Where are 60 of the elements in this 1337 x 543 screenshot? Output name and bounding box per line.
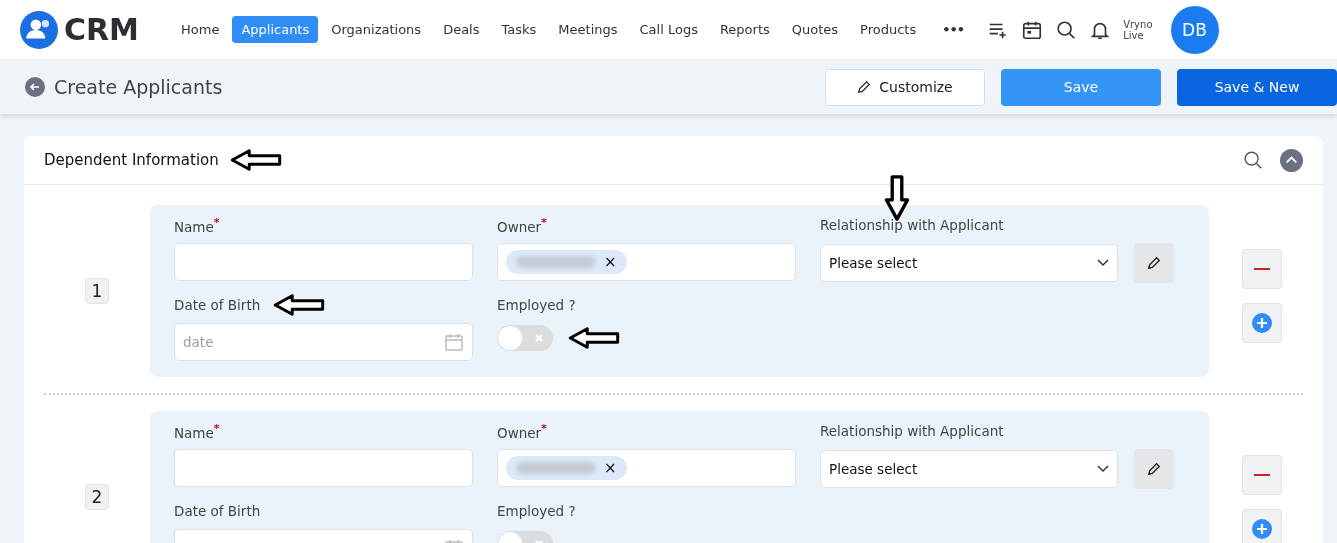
edit-button[interactable] — [1134, 449, 1174, 489]
back-icon[interactable] — [25, 77, 45, 97]
field-label: Relationship with Applicant — [820, 423, 1004, 439]
org-name: Vryno — [1123, 18, 1153, 30]
nav-tab[interactable]: Meetings — [549, 16, 627, 43]
row-number: 1 — [84, 278, 110, 304]
pencil-icon — [1147, 462, 1161, 476]
nav-tab[interactable]: Deals — [434, 16, 489, 43]
name-input[interactable] — [174, 243, 473, 281]
user-avatar[interactable]: DB — [1170, 5, 1219, 54]
minus-icon — [1254, 267, 1270, 271]
save-button[interactable]: Save & New — [1177, 68, 1337, 106]
toggle-switch[interactable] — [497, 325, 553, 351]
chevron-down-icon — [1097, 465, 1109, 473]
plus-circle-icon — [1252, 519, 1272, 539]
row-number: 2 — [84, 484, 110, 510]
nav-tab[interactable]: Tasks — [492, 16, 546, 43]
nav-tab[interactable]: Organizations — [322, 16, 431, 43]
owner-input[interactable]: × — [497, 449, 796, 487]
annotation-arrow-icon — [884, 175, 910, 221]
brand-name: CRM — [64, 12, 139, 47]
collapse-icon[interactable] — [1280, 148, 1303, 172]
search-icon[interactable] — [1055, 18, 1078, 41]
edit-button[interactable] — [1134, 243, 1174, 283]
chip-remove[interactable]: × — [604, 459, 617, 477]
section-title: Dependent Information — [44, 151, 219, 169]
chip-remove[interactable]: × — [604, 253, 617, 271]
field-label: Name$^{*}$ — [174, 421, 220, 441]
nav-tab[interactable]: Products — [851, 16, 926, 43]
nav-tab[interactable]: Quotes — [782, 16, 848, 43]
search-icon[interactable] — [1242, 149, 1264, 171]
name-input[interactable] — [174, 449, 473, 487]
field-label: Date of Birth — [174, 297, 261, 313]
org-name: Live — [1123, 29, 1144, 41]
field-label: Relationship with Applicant — [820, 217, 1004, 233]
calendar-icon — [444, 332, 464, 352]
pencil-icon — [1147, 256, 1161, 270]
plus-circle-icon — [1252, 313, 1272, 333]
field-label: Name$^{*}$ — [174, 215, 220, 235]
minus-icon — [1254, 473, 1270, 477]
owner-input[interactable]: × — [497, 243, 796, 281]
cross-icon — [534, 333, 544, 343]
more-menu[interactable]: ••• — [933, 16, 974, 43]
nav-tab[interactable]: Reports — [710, 16, 779, 43]
add-button[interactable] — [1242, 303, 1282, 343]
field-label: Date of Birth — [174, 503, 261, 519]
customize-button[interactable]: Customize — [825, 68, 985, 106]
add-button[interactable] — [1242, 509, 1282, 543]
relationship-select[interactable]: Please select — [820, 244, 1118, 282]
field-label: Owner$^{*}$ — [497, 421, 547, 441]
pencil-icon — [857, 80, 872, 94]
field-label: Employed ? — [497, 503, 576, 519]
relationship-select[interactable]: Please select — [820, 450, 1118, 488]
nav-tab[interactable]: Home — [172, 16, 229, 43]
people-logo-icon — [20, 10, 58, 49]
chevron-down-icon — [1097, 259, 1109, 267]
field-label: Employed ? — [497, 297, 576, 313]
nav-tab[interactable]: Call Logs — [630, 16, 707, 43]
page-title: Create Applicants — [54, 76, 223, 98]
field-label: Owner$^{*}$ — [497, 215, 547, 235]
